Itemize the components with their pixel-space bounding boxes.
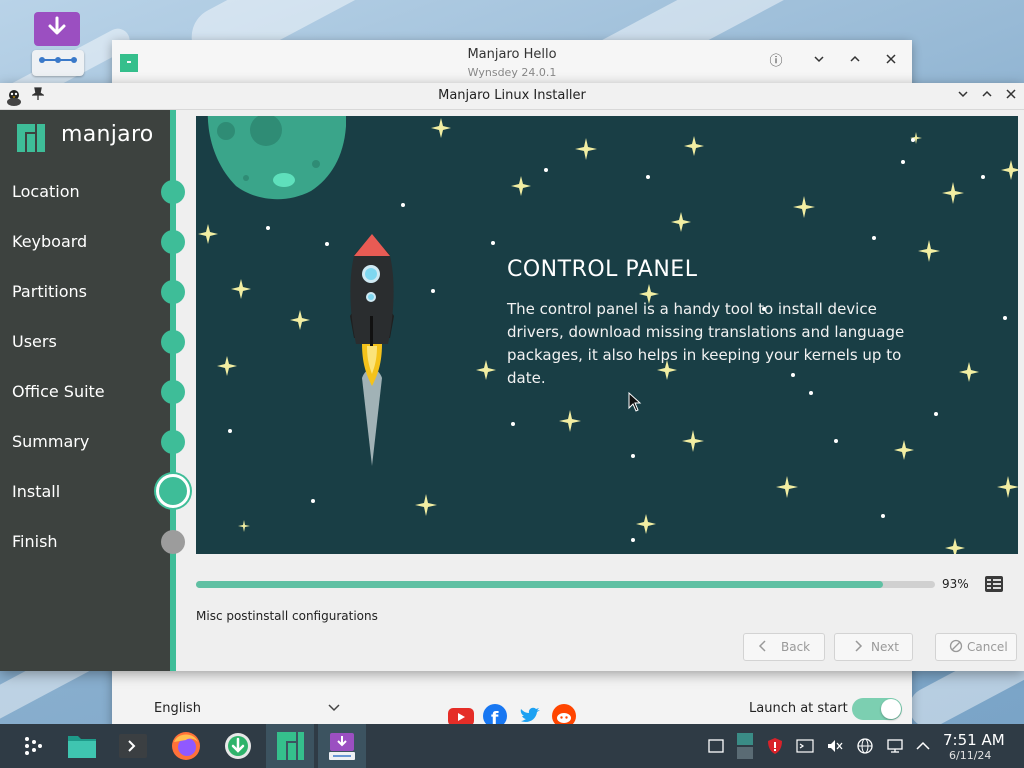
brand-name: manjaro: [61, 122, 154, 147]
step-install: Install: [12, 482, 61, 501]
installer-sidebar: manjaro Location Keyboard Partitions Use…: [0, 110, 190, 671]
shield-icon[interactable]: [766, 737, 784, 755]
hello-title-bar[interactable]: Manjaro Hello Wynsdey 24.0.1 ⓘ: [112, 40, 912, 84]
language-value: English: [154, 701, 201, 716]
next-button[interactable]: Next: [834, 633, 913, 661]
step-summary: Summary: [12, 432, 90, 451]
chevron-left-icon: [758, 639, 768, 656]
update-icon[interactable]: [220, 728, 256, 764]
slide-description: The control panel is a handy tool to ins…: [507, 300, 905, 387]
step-done-indicator: [161, 380, 185, 404]
maximize-icon[interactable]: [977, 86, 997, 106]
step-partitions: Partitions: [12, 282, 88, 301]
step-office-suite: Office Suite: [12, 382, 105, 401]
step-pending-indicator: [161, 530, 185, 554]
minimize-icon[interactable]: [953, 86, 973, 106]
step-finish: Finish: [12, 532, 58, 551]
clock-date[interactable]: 6/11/24: [949, 749, 991, 762]
minimize-icon[interactable]: [809, 52, 829, 72]
clock-time[interactable]: 7:51 AM: [943, 731, 1005, 749]
volume-muted-icon[interactable]: [826, 737, 844, 755]
chevron-right-icon: [853, 639, 863, 656]
planet-icon: [207, 116, 346, 200]
pager-icon[interactable]: [736, 732, 754, 760]
console-icon[interactable]: [796, 737, 814, 755]
back-button[interactable]: Back: [743, 633, 825, 661]
show-desktop-icon[interactable]: [707, 737, 725, 755]
chevron-down-icon: [327, 700, 341, 717]
step-users: Users: [12, 332, 57, 351]
close-icon[interactable]: [881, 52, 901, 72]
step-done-indicator: [161, 330, 185, 354]
step-current-indicator: [156, 474, 190, 508]
step-done-indicator: [161, 430, 185, 454]
installer-icon[interactable]: [324, 728, 360, 764]
info-icon[interactable]: ⓘ: [766, 52, 786, 72]
close-icon[interactable]: [1001, 86, 1021, 106]
installer-title-bar[interactable]: Manjaro Linux Installer: [0, 83, 1024, 110]
step-location: Location: [12, 182, 80, 201]
hello-subtitle: Wynsdey 24.0.1: [467, 66, 557, 79]
install-status-text: Misc postinstall configurations: [196, 609, 378, 623]
file-manager-icon[interactable]: [64, 728, 100, 764]
cancel-button-label: Cancel: [967, 640, 1008, 654]
launch-at-start-label: Launch at start: [749, 701, 848, 716]
network-globe-icon[interactable]: [856, 737, 874, 755]
step-done-indicator: [161, 280, 185, 304]
back-button-label: Back: [781, 640, 811, 654]
chevron-up-icon[interactable]: [914, 737, 932, 755]
taskbar: 7:51 AM 6/11/24: [0, 724, 1024, 768]
slideshow-panel: CONTROL PANEL The control panel is a han…: [196, 116, 1018, 554]
install-progress-bar: [196, 581, 935, 588]
display-icon[interactable]: [886, 737, 904, 755]
hello-title: Manjaro Hello: [467, 47, 557, 62]
step-done-indicator: [161, 230, 185, 254]
installer-desktop-icon[interactable]: [28, 10, 88, 76]
cancel-icon: [949, 639, 963, 656]
installer-window: Manjaro Linux Installer manjaro Location…: [0, 83, 1024, 671]
manjaro-logo-icon: [17, 124, 45, 152]
mouse-cursor-icon: [628, 392, 642, 412]
rocket-icon: [350, 234, 394, 466]
maximize-icon[interactable]: [845, 52, 865, 72]
cancel-button[interactable]: Cancel: [935, 633, 1017, 661]
step-done-indicator: [161, 180, 185, 204]
terminal-icon[interactable]: [115, 728, 151, 764]
firefox-icon[interactable]: [168, 728, 204, 764]
manjaro-hello-icon[interactable]: [272, 728, 308, 764]
language-select[interactable]: English: [142, 698, 340, 722]
next-button-label: Next: [871, 640, 899, 654]
launch-at-start-toggle[interactable]: [852, 698, 902, 720]
progress-percentage: 93%: [942, 577, 969, 591]
log-toggle-icon[interactable]: [984, 575, 1004, 593]
app-launcher-icon[interactable]: [16, 728, 52, 764]
slide-title: CONTROL PANEL: [507, 257, 698, 282]
installer-title: Manjaro Linux Installer: [438, 88, 586, 103]
step-keyboard: Keyboard: [12, 232, 88, 251]
install-progress-fill: [196, 581, 884, 588]
